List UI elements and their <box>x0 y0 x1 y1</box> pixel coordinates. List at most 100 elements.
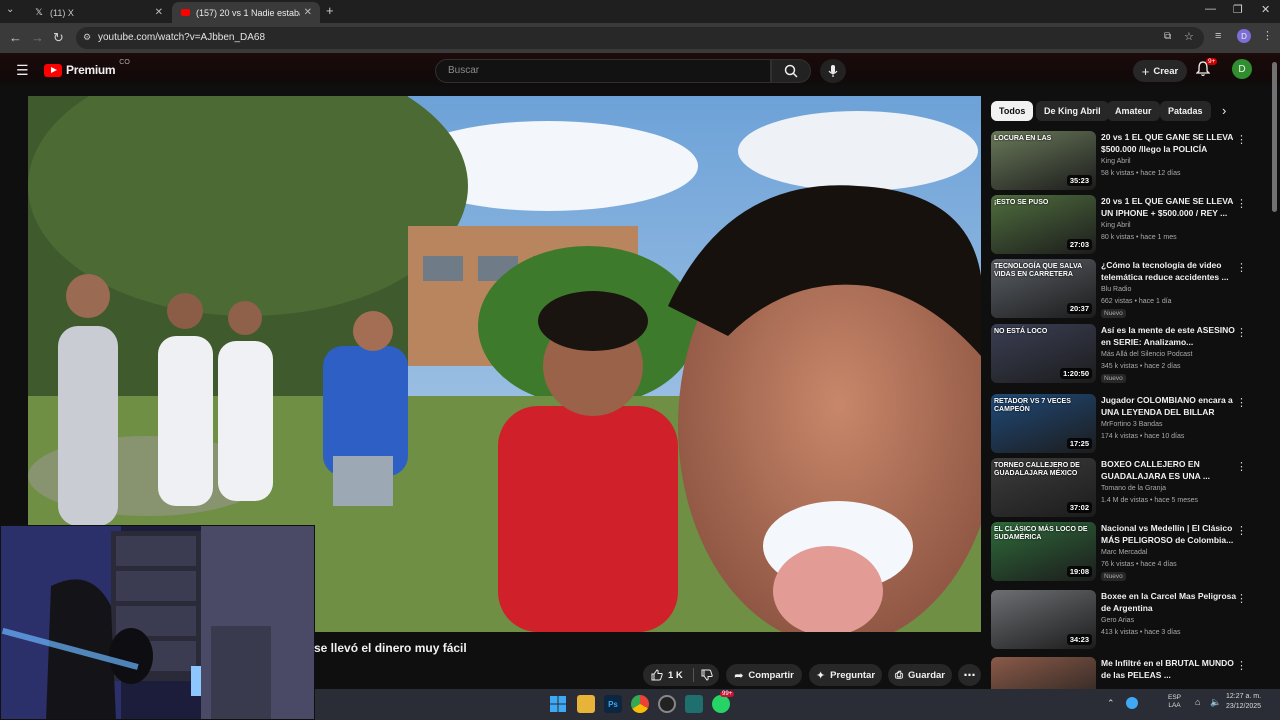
close-window-icon[interactable]: ✕ <box>1261 3 1270 16</box>
video-thumbnail[interactable]: TECNOLOGÍA QUE SALVA VIDAS EN CARRETERA … <box>991 259 1096 318</box>
recommendation-title[interactable]: 20 vs 1 EL QUE GANE SE LLEVA UN IPHONE +… <box>1101 195 1241 219</box>
more-options-icon[interactable]: ⋮ <box>1236 197 1247 210</box>
whatsapp-icon[interactable] <box>712 695 730 713</box>
tab-x[interactable]: 𝕏 (11) X ✕ <box>26 2 171 23</box>
create-button[interactable]: + Crear <box>1133 60 1187 82</box>
site-info-icon[interactable]: ⚙ <box>83 32 91 43</box>
url-field[interactable]: ⚙ youtube.com/watch?v=AJbben_DA68 ⧉ ☆ <box>76 27 1204 49</box>
save-button[interactable]: ⎙ Guardar <box>888 664 952 686</box>
video-thumbnail[interactable]: RETADOR VS 7 VECES CAMPEÓN 17:25 <box>991 394 1096 453</box>
recommendation-title[interactable]: Nacional vs Medellín | El Clásico MÁS PE… <box>1101 522 1241 546</box>
user-avatar[interactable]: D <box>1232 59 1252 79</box>
recommendation-title[interactable]: BOXEO CALLEJERO EN GUADALAJARA ES UNA ..… <box>1101 458 1241 482</box>
cast-icon[interactable]: ⧉ <box>1164 31 1171 42</box>
file-explorer-icon[interactable] <box>577 695 595 713</box>
chrome-icon[interactable] <box>631 695 649 713</box>
channel-name[interactable]: King Abril <box>1101 158 1131 165</box>
obs-icon[interactable] <box>658 695 676 713</box>
youtube-logo[interactable]: Premium CO <box>44 59 130 77</box>
like-button[interactable]: 1 K <box>651 669 683 681</box>
search-button[interactable] <box>771 59 811 83</box>
chip-todos[interactable]: Todos <box>991 101 1034 121</box>
create-label: Crear <box>1153 65 1179 77</box>
more-options-icon[interactable]: ⋮ <box>1236 326 1247 339</box>
search-input[interactable]: Buscar <box>435 59 771 83</box>
video-thumbnail[interactable]: LOCURA EN LAS 35:23 <box>991 131 1096 190</box>
close-tab-icon[interactable]: ✕ <box>155 7 163 18</box>
media-controls-icon[interactable]: ≡ <box>1215 30 1221 42</box>
logo-country: CO <box>119 58 130 66</box>
more-options-icon[interactable]: ⋮ <box>1236 261 1247 274</box>
app-icon[interactable] <box>685 695 703 713</box>
video-thumbnail[interactable]: 34:23 <box>991 590 1096 649</box>
photoshop-icon[interactable]: Ps <box>604 695 622 713</box>
recommendation-card[interactable]: ¡ESTO SE PUSO 27:03 20 vs 1 EL QUE GANE … <box>991 195 1251 255</box>
windows-start-icon[interactable] <box>549 695 567 713</box>
close-tab-icon[interactable]: ✕ <box>304 7 312 18</box>
more-options-icon[interactable]: ⋮ <box>1236 396 1247 409</box>
more-options-icon[interactable]: ⋮ <box>1236 592 1247 605</box>
more-options-icon[interactable]: ⋮ <box>1236 659 1247 672</box>
more-actions-button[interactable]: ⋯ <box>958 664 981 686</box>
view-meta: 345 k vistas • hace 2 días <box>1101 363 1181 370</box>
dislike-button[interactable] <box>701 669 713 684</box>
channel-name[interactable]: King Abril <box>1101 222 1131 229</box>
tray-chevron-up-icon[interactable]: ⌃ <box>1107 698 1115 709</box>
tray-app-icon[interactable] <box>1126 697 1138 709</box>
more-horizontal-icon: ⋯ <box>963 668 976 682</box>
video-thumbnail[interactable]: EL CLÁSICO MÁS LOCO DE SUDAMÉRICA 19:08 <box>991 522 1096 581</box>
menu-kebab-icon[interactable]: ⋮ <box>1262 29 1273 42</box>
thumbnail-text: RETADOR VS 7 VECES CAMPEÓN <box>994 398 1071 413</box>
channel-name[interactable]: Más Allá del Silencio Podcast <box>1101 351 1192 358</box>
input-language[interactable]: ESP LAA <box>1168 694 1181 710</box>
chips-next-chevron-icon[interactable]: › <box>1222 103 1226 118</box>
channel-name[interactable]: MrFortino 3 Bandas <box>1101 421 1162 428</box>
profile-avatar[interactable]: D <box>1237 29 1251 43</box>
chip-amateur[interactable]: Amateur <box>1107 101 1160 121</box>
recommendation-title[interactable]: Así es la mente de este ASESINO en SERIE… <box>1101 324 1241 348</box>
url-text: youtube.com/watch?v=AJbben_DA68 <box>98 32 266 43</box>
recommendation-card[interactable]: RETADOR VS 7 VECES CAMPEÓN 17:25 Jugador… <box>991 394 1251 454</box>
share-button[interactable]: ➦ Compartir <box>726 664 802 686</box>
recommendation-title[interactable]: ¿Cómo la tecnología de video telemática … <box>1101 259 1241 283</box>
reload-icon[interactable]: ↻ <box>53 30 64 46</box>
maximize-icon[interactable]: ❐ <box>1233 3 1243 16</box>
recommendation-title[interactable]: Boxee en la Carcel Mas Peligrosa de Arge… <box>1101 590 1241 614</box>
channel-name[interactable]: Tomano de la Granja <box>1101 485 1166 492</box>
video-thumbnail[interactable]: ¡ESTO SE PUSO 27:03 <box>991 195 1096 254</box>
system-clock[interactable]: 12:27 a. m. 23/12/2025 <box>1226 692 1261 712</box>
voice-search-button[interactable] <box>820 59 846 83</box>
channel-name[interactable]: Gero Arias <box>1101 617 1134 624</box>
recommendation-card[interactable]: TORNEO CALLEJERO DE GUADALAJARA MÉXICO 3… <box>991 458 1251 518</box>
hamburger-menu-icon[interactable]: ☰ <box>16 62 29 79</box>
minimize-icon[interactable]: — <box>1205 3 1216 15</box>
more-options-icon[interactable]: ⋮ <box>1236 133 1247 146</box>
more-options-icon[interactable]: ⋮ <box>1236 524 1247 537</box>
recommendation-title[interactable]: Me Infiltré en el BRUTAL MUNDO de las PE… <box>1101 657 1241 681</box>
new-tab-button[interactable]: + <box>326 3 334 18</box>
back-icon[interactable]: ← <box>9 30 22 45</box>
network-icon[interactable]: ⌂ <box>1195 697 1200 707</box>
recommendation-title[interactable]: 20 vs 1 EL QUE GANE SE LLEVA $500.000 /l… <box>1101 131 1241 155</box>
recommendation-card[interactable]: TECNOLOGÍA QUE SALVA VIDAS EN CARRETERA … <box>991 259 1251 319</box>
video-thumbnail[interactable]: TORNEO CALLEJERO DE GUADALAJARA MÉXICO 3… <box>991 458 1096 517</box>
channel-name[interactable]: Marc Mercadal <box>1101 549 1147 556</box>
forward-icon[interactable]: → <box>31 30 44 45</box>
video-thumbnail[interactable]: NO ESTÁ LOCO 1:20:50 <box>991 324 1096 383</box>
recommendation-title[interactable]: Jugador COLOMBIANO encara a UNA LEYENDA … <box>1101 394 1241 418</box>
bookmark-star-icon[interactable]: ☆ <box>1184 30 1194 43</box>
recommendation-card[interactable]: NO ESTÁ LOCO 1:20:50 Así es la mente de … <box>991 324 1251 384</box>
volume-icon[interactable]: 🔈 <box>1210 697 1221 708</box>
new-badge: Nuevo <box>1101 309 1126 318</box>
more-options-icon[interactable]: ⋮ <box>1236 460 1247 473</box>
channel-name[interactable]: Blu Radio <box>1101 286 1131 293</box>
recommendation-card[interactable]: 34:23 Boxee en la Carcel Mas Peligrosa d… <box>991 590 1251 650</box>
recommendation-card[interactable]: EL CLÁSICO MÁS LOCO DE SUDAMÉRICA 19:08 … <box>991 522 1251 582</box>
chip-patadas[interactable]: Patadas <box>1160 101 1211 121</box>
ask-button[interactable]: ✦ Preguntar <box>809 664 882 686</box>
scrollbar[interactable] <box>1272 62 1277 212</box>
tab-youtube[interactable]: (157) 20 vs 1 Nadie estaba prep ✕ <box>172 2 320 23</box>
recommendation-card[interactable]: LOCURA EN LAS 35:23 20 vs 1 EL QUE GANE … <box>991 131 1251 191</box>
tab-list-chevron-icon[interactable]: ⌄ <box>6 4 14 15</box>
chip-king-abril[interactable]: De King Abril <box>1036 101 1109 121</box>
